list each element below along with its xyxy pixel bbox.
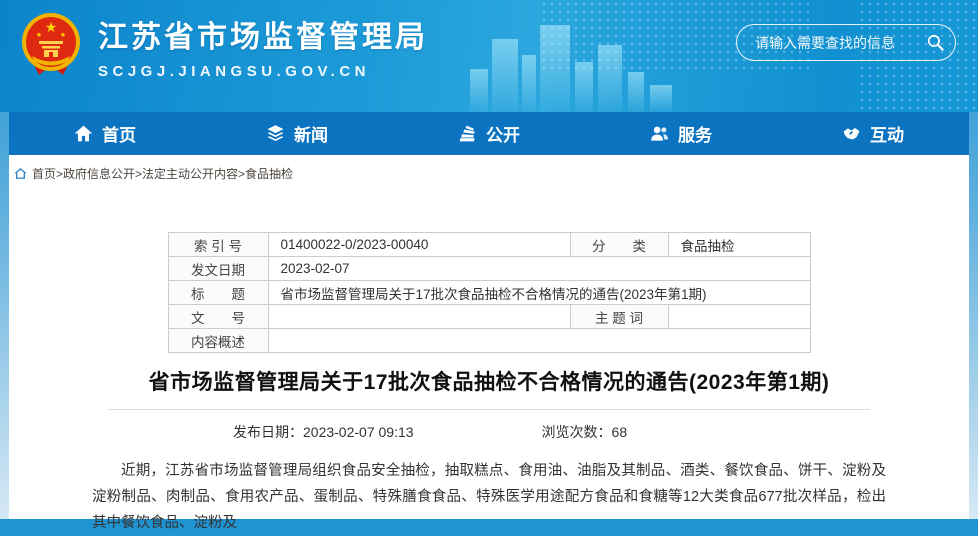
search-box[interactable]	[736, 24, 956, 61]
doc-number-label: 文 号	[168, 305, 268, 329]
users-icon	[650, 124, 669, 143]
table-row: 内容概述	[168, 329, 810, 353]
table-row: 标 题 省市场监督管理局关于17批次食品抽检不合格情况的通告(2023年第1期)	[168, 281, 810, 305]
article-paragraph: 近期，江苏省市场监督管理局组织食品安全抽检，抽取糕点、食用油、油脂及其制品、酒类…	[92, 458, 886, 536]
home-icon	[74, 124, 93, 143]
summary-label: 内容概述	[168, 329, 268, 353]
index-label: 索 引 号	[168, 233, 268, 257]
title-value: 省市场监督管理局关于17批次食品抽检不合格情况的通告(2023年第1期)	[268, 281, 810, 305]
summary-value	[268, 329, 810, 353]
breadcrumb-home-icon	[14, 167, 27, 180]
index-value: 01400022-0/2023-00040	[268, 233, 570, 257]
divider	[108, 409, 870, 410]
nav-label: 公开	[486, 121, 520, 146]
search-button[interactable]	[915, 25, 955, 60]
nav-label: 首页	[102, 121, 136, 146]
site-header: ★ ★ ★ 江苏省市场监督管理局 SCJGJ.JIANGSU.GOV.CN	[0, 0, 978, 112]
search-input[interactable]	[737, 35, 915, 51]
doc-number-value	[268, 305, 570, 329]
site-domain: SCJGJ.JIANGSU.GOV.CN	[98, 63, 428, 80]
content-area: 首页>政府信息公开>法定主动公开内容>食品抽检 索 引 号 01400022-0…	[9, 155, 969, 519]
svg-text:★: ★	[60, 31, 66, 39]
issue-date-value: 2023-02-07	[268, 257, 810, 281]
nav-label: 新闻	[294, 121, 328, 146]
view-count: 浏览次数：68	[542, 422, 628, 442]
site-logo[interactable]: ★ ★ ★ 江苏省市场监督管理局 SCJGJ.JIANGSU.GOV.CN	[18, 11, 428, 81]
view-count-value: 68	[612, 424, 628, 440]
article-meta: 发布日期：2023-02-07 09:13 浏览次数：68	[9, 422, 969, 442]
issue-date-label: 发文日期	[168, 257, 268, 281]
handshake-icon	[842, 124, 861, 143]
view-count-label: 浏览次数：	[542, 424, 612, 440]
keywords-label: 主 题 词	[570, 305, 668, 329]
main-nav: 首页 新闻 公开 服务	[9, 112, 969, 155]
article-title: 省市场监督管理局关于17批次食品抽检不合格情况的通告(2023年第1期)	[49, 366, 929, 396]
table-row: 发文日期 2023-02-07	[168, 257, 810, 281]
category-label: 分 类	[570, 233, 668, 257]
layers-icon	[266, 124, 285, 143]
doc-info-table: 索 引 号 01400022-0/2023-00040 分 类 食品抽检 发文日…	[168, 232, 811, 353]
nav-label: 服务	[678, 121, 712, 146]
nav-label: 互动	[870, 121, 904, 146]
category-value: 食品抽检	[668, 233, 810, 257]
publish-date: 发布日期：2023-02-07 09:13	[233, 422, 414, 442]
nav-item-news[interactable]: 新闻	[201, 112, 393, 155]
books-icon	[458, 124, 477, 143]
breadcrumb-links[interactable]: 首页>政府信息公开>法定主动公开内容>食品抽检	[32, 165, 293, 182]
breadcrumb[interactable]: 首页>政府信息公开>法定主动公开内容>食品抽检	[9, 155, 969, 182]
nav-item-services[interactable]: 服务	[585, 112, 777, 155]
site-title: 江苏省市场监督管理局	[98, 12, 428, 56]
table-row: 索 引 号 01400022-0/2023-00040 分 类 食品抽检	[168, 233, 810, 257]
title-label: 标 题	[168, 281, 268, 305]
svg-text:★: ★	[36, 31, 42, 39]
publish-date-label: 发布日期：	[233, 424, 303, 440]
table-row: 文 号 主 题 词	[168, 305, 810, 329]
nav-item-public[interactable]: 公开	[393, 112, 585, 155]
nav-item-interact[interactable]: 互动	[777, 112, 969, 155]
search-icon	[926, 33, 945, 52]
publish-date-value: 2023-02-07 09:13	[303, 424, 414, 440]
national-emblem-icon: ★ ★ ★	[18, 11, 84, 81]
keywords-value	[668, 305, 810, 329]
svg-text:★: ★	[45, 19, 58, 35]
nav-item-home[interactable]: 首页	[9, 112, 201, 155]
